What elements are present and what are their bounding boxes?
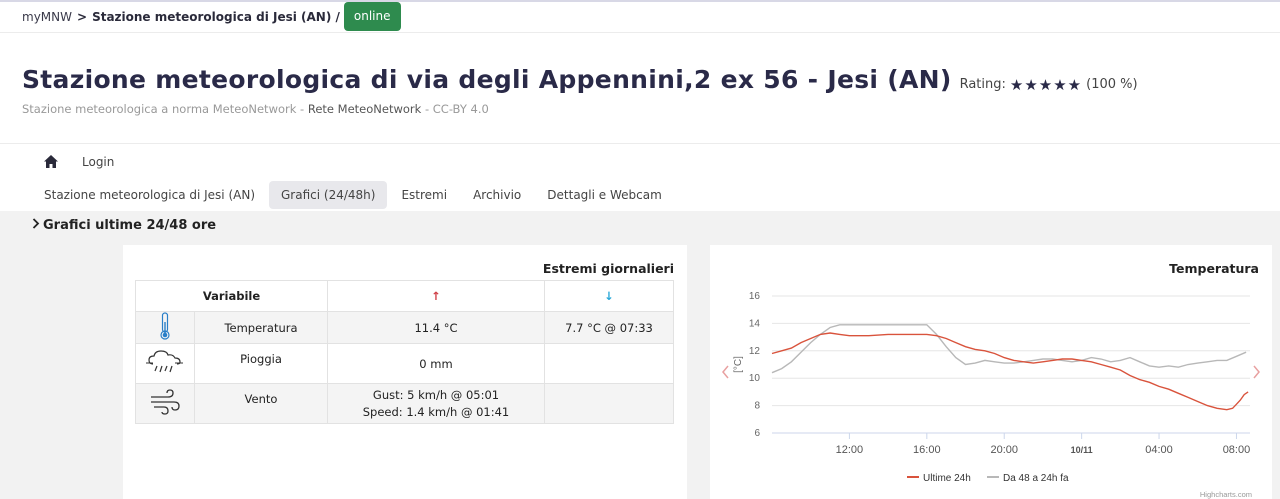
x-tick-label: 20:00: [990, 444, 1018, 456]
table-row: Temperatura 11.4 °C 7.7 °C @ 07:33: [135, 311, 674, 344]
subtitle-network-link[interactable]: Rete MeteoNetwork: [308, 102, 421, 116]
breadcrumb: myMNW > Stazione meteorologica di Jesi (…: [0, 1, 1280, 32]
page-subtitle: Stazione meteorologica a norma MeteoNetw…: [22, 102, 1258, 116]
extremes-panel: Estremi giornalieri Variabile ↑ ↓ Temper…: [123, 245, 687, 499]
tab-details-webcam[interactable]: Dettagli e Webcam: [535, 181, 674, 209]
home-icon[interactable]: [36, 155, 66, 168]
online-status-badge: online: [343, 1, 401, 31]
y-axis-label: [°C]: [733, 356, 744, 373]
y-tick-label: 14: [749, 318, 761, 329]
variable-name: Pioggia: [194, 343, 328, 384]
min-value: [544, 383, 674, 424]
legend-item: Ultime 24h: [923, 473, 971, 484]
y-tick-label: 16: [749, 291, 761, 302]
breadcrumb-home-link[interactable]: myMNW: [22, 10, 72, 24]
subtitle-standard: Stazione meteorologica a norma MeteoNetw…: [22, 102, 308, 116]
x-tick-label: 04:00: [1145, 444, 1173, 456]
subtitle-license: - CC-BY 4.0: [421, 102, 489, 116]
temperature-chart: 6 8 10 12 14 16 12:00 16:00 20:00 10/11 04:00 08:00…: [733, 291, 1252, 499]
y-tick-label: 8: [754, 401, 760, 412]
section-title[interactable]: Grafici ultime 24/48 ore: [32, 217, 216, 233]
max-value: Gust: 5 km/h @ 05:01 Speed: 1.4 km/h @ 0…: [327, 383, 545, 424]
extremes-table: Variabile ↑ ↓ Temperatura 11.4 °C 7.7 °C…: [135, 280, 674, 424]
table-header-row: Variabile ↑ ↓: [135, 280, 674, 312]
arrow-down-icon: ↓: [604, 289, 614, 303]
header-max: ↑: [327, 280, 545, 312]
min-value: 7.7 °C @ 07:33: [544, 311, 674, 344]
header: Stazione meteorologica di via degli Appe…: [0, 33, 1280, 143]
section-title-label: Grafici ultime 24/48 ore: [43, 217, 217, 233]
y-tick-label: 12: [749, 346, 761, 357]
variable-name: Temperatura: [194, 311, 328, 344]
arrow-up-icon: ↑: [431, 289, 441, 303]
rating: Rating: ★★★★★ (100 %): [960, 76, 1138, 94]
header-min: ↓: [544, 280, 674, 312]
rating-stars-icon: ★★★★★: [1009, 75, 1083, 94]
series-line-2: [771, 324, 1247, 374]
x-tick-label: 10/11: [1071, 445, 1093, 455]
legend-item: Da 48 a 24h fa: [1003, 473, 1069, 484]
tab-charts[interactable]: Grafici (24/48h): [269, 181, 388, 209]
header-variable: Variabile: [135, 280, 328, 312]
navigation: Login Stazione meteorologica di Jesi (AN…: [0, 143, 1280, 211]
table-row: Pioggia 0 mm: [135, 343, 674, 384]
wind-gust: Gust: 5 km/h @ 05:01: [372, 387, 500, 402]
rain-cloud-icon: [135, 343, 195, 384]
tab-archive[interactable]: Archivio: [461, 181, 533, 209]
thermometer-icon: [135, 311, 195, 344]
content-area: Grafici ultime 24/48 ore Estremi giornal…: [0, 211, 1280, 499]
temperature-chart-panel: Temperatura 6 8 10 12 14 16 12:00 16:00 20:00 10/…: [710, 245, 1272, 499]
chevron-right-icon: [32, 217, 40, 233]
rating-label: Rating:: [959, 77, 1006, 92]
breadcrumb-current: Stazione meteorologica di Jesi (AN) /: [92, 10, 340, 24]
wind-icon: [135, 383, 195, 424]
tab-station[interactable]: Stazione meteorologica di Jesi (AN): [32, 181, 267, 209]
min-value: [544, 343, 674, 384]
extremes-title: Estremi giornalieri: [542, 261, 674, 276]
login-link[interactable]: Login: [82, 155, 114, 169]
table-row: Vento Gust: 5 km/h @ 05:01 Speed: 1.4 km…: [135, 383, 674, 424]
x-tick-label: 12:00: [836, 444, 864, 456]
breadcrumb-separator: >: [77, 10, 88, 24]
series-line-1: [771, 332, 1249, 411]
x-tick-label: 16:00: [913, 444, 941, 456]
tab-bar: Stazione meteorologica di Jesi (AN) Graf…: [32, 179, 1280, 211]
chart-credit: Highcharts.com: [1200, 490, 1252, 499]
tab-extremes[interactable]: Estremi: [389, 181, 459, 209]
variable-name: Vento: [194, 383, 328, 424]
page-title: Stazione meteorologica di via degli Appe…: [22, 65, 952, 94]
max-value: 11.4 °C: [327, 311, 545, 344]
x-tick-label: 08:00: [1223, 444, 1251, 456]
y-tick-label: 10: [749, 373, 761, 384]
wind-speed: Speed: 1.4 km/h @ 01:41: [362, 404, 510, 419]
y-tick-label: 6: [754, 428, 760, 439]
max-value: 0 mm: [327, 343, 545, 384]
rating-percent: (100 %): [1086, 77, 1138, 92]
